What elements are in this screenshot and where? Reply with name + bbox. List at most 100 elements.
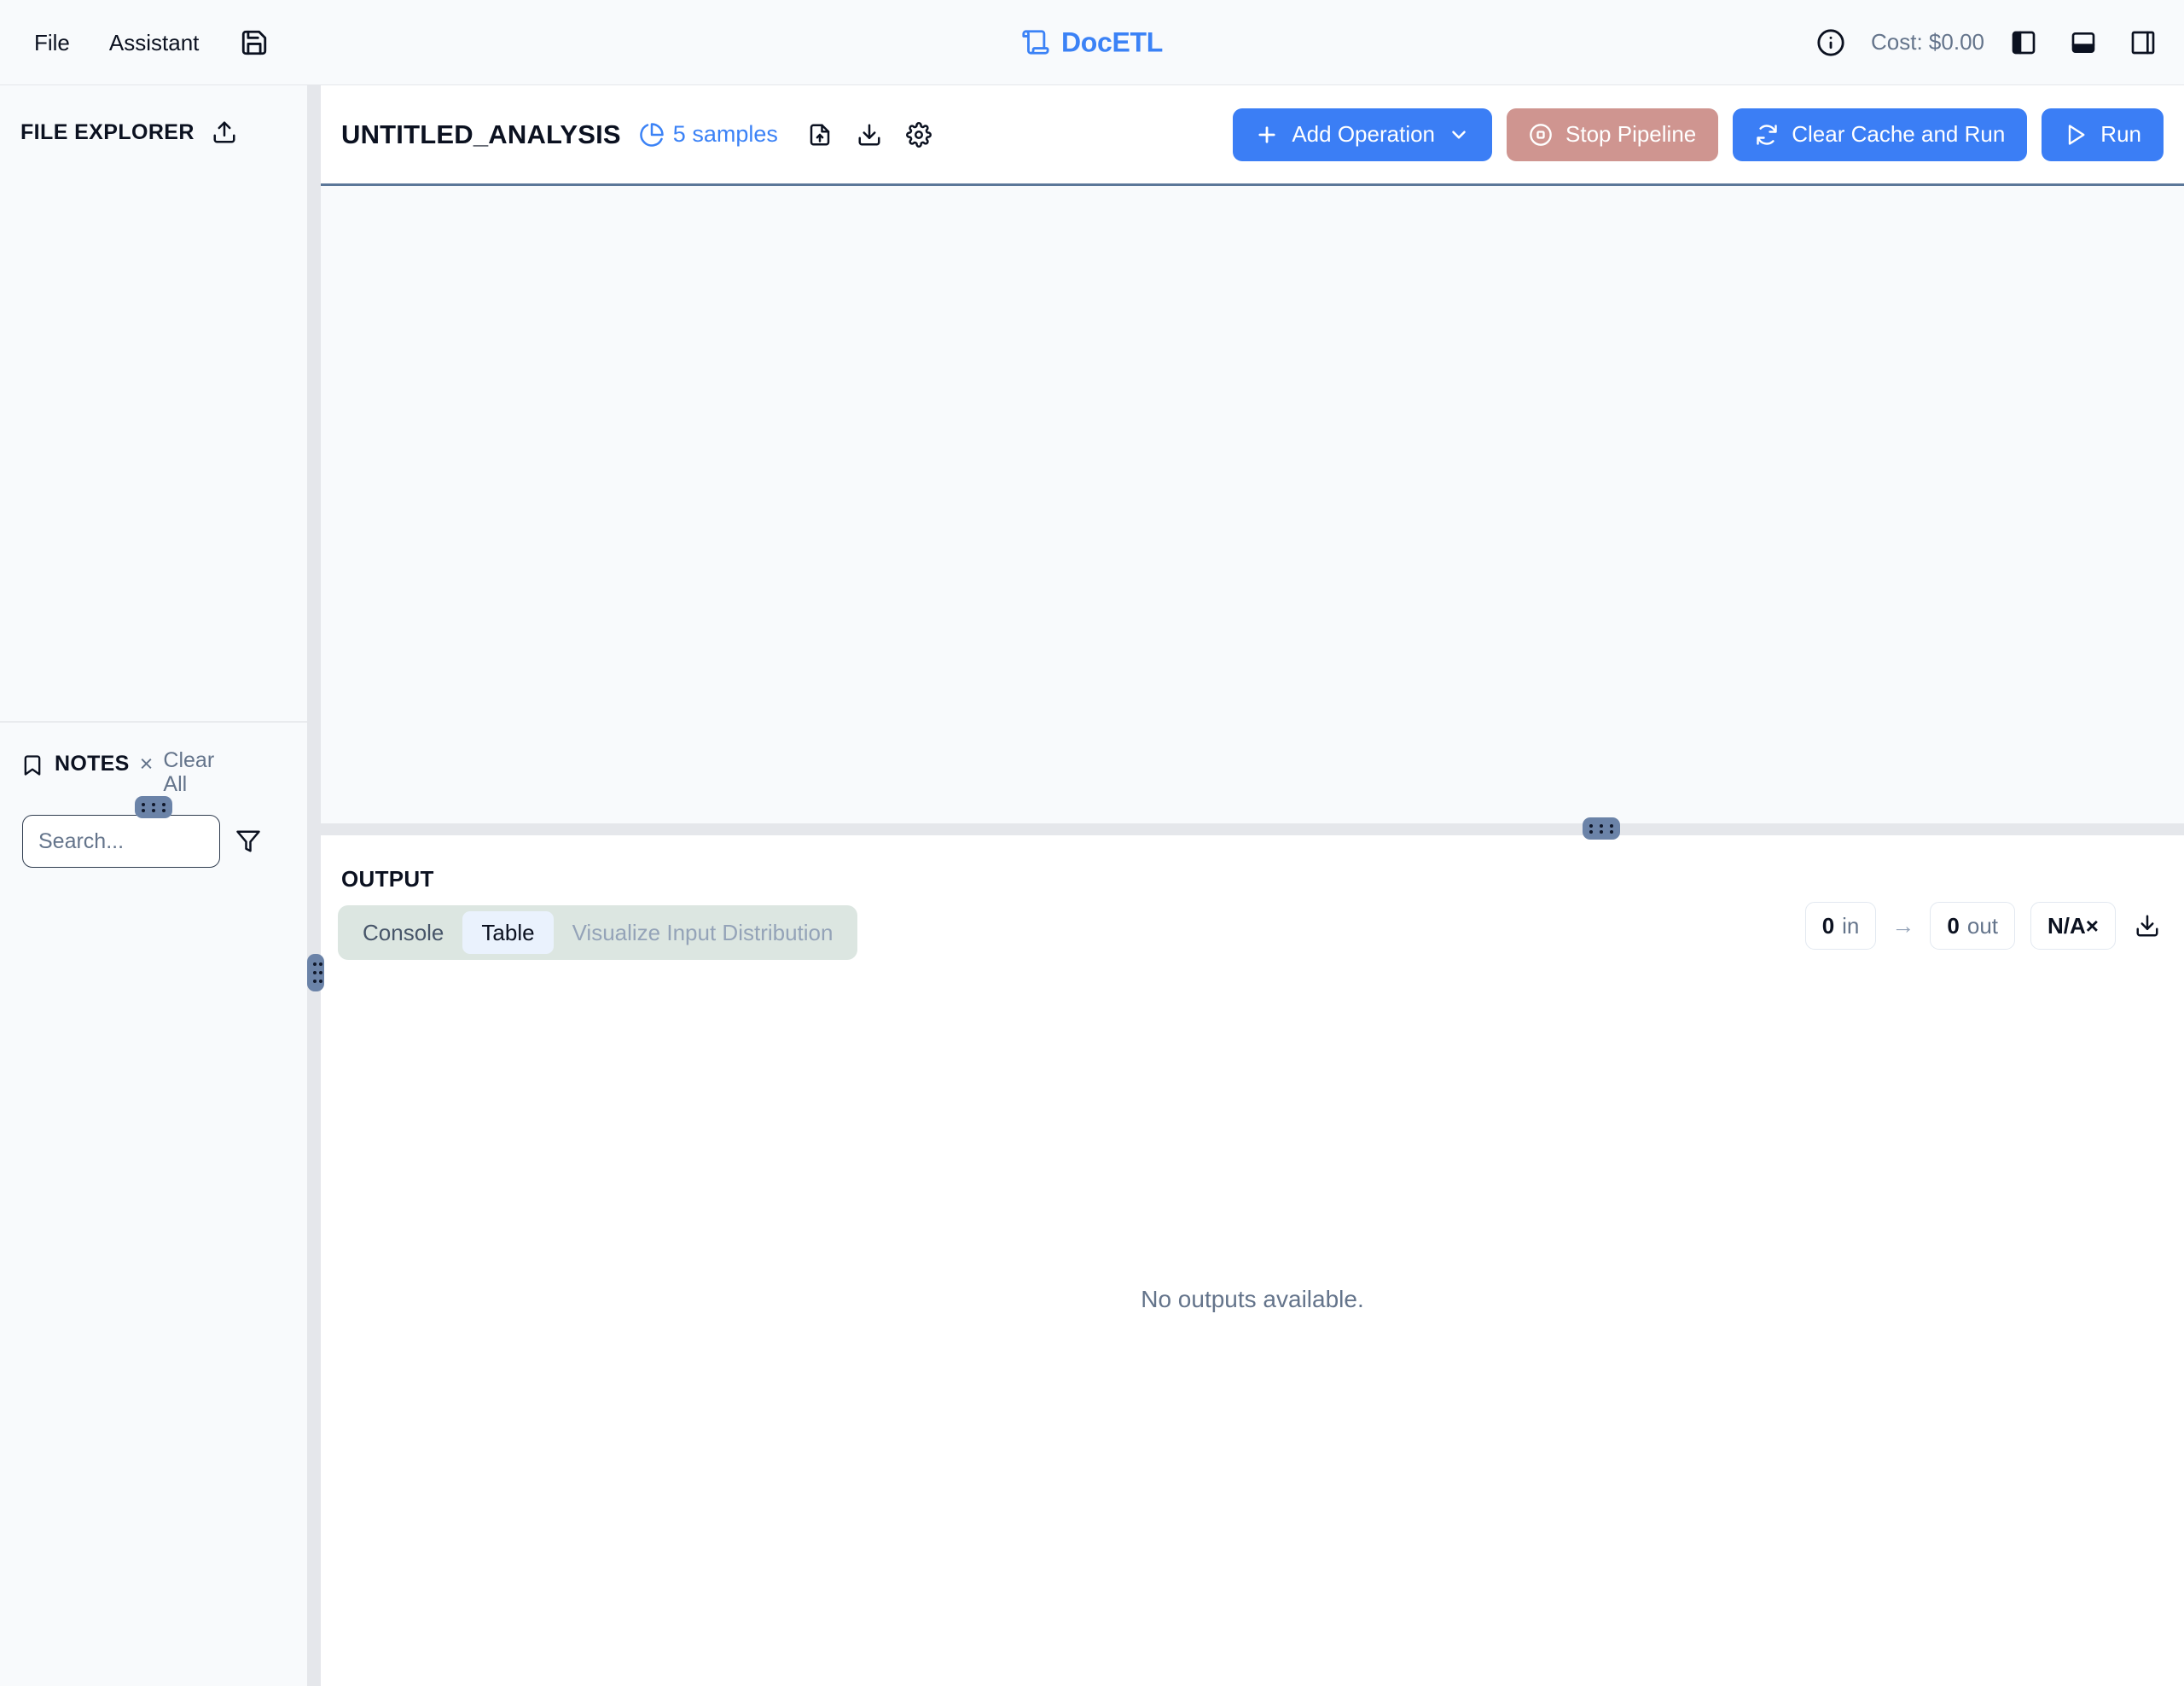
download-output-button[interactable]: [2131, 910, 2164, 942]
pie-chart-icon: [639, 122, 665, 148]
handle-dot: [319, 979, 322, 983]
ratio-value: N/A×: [2048, 912, 2099, 939]
info-icon: [1816, 28, 1845, 57]
app-brand[interactable]: DocETL: [1021, 26, 1163, 58]
tab-visualize-input-distribution[interactable]: Visualize Input Distribution: [554, 911, 852, 954]
toggle-right-panel-icon: [2129, 29, 2157, 56]
export-pipeline-button[interactable]: [853, 119, 886, 151]
notes-close-button[interactable]: ×: [140, 747, 154, 781]
info-button[interactable]: [1809, 21, 1852, 64]
scroll-icon: [1021, 28, 1050, 57]
stop-pipeline-label: Stop Pipeline: [1565, 121, 1697, 147]
handle-dot: [151, 802, 155, 806]
handle-dot: [1589, 829, 1594, 834]
main-content-column: UNTITLED_ANALYSIS 5 samples Add Operatio…: [321, 85, 2184, 1686]
upload-file-button[interactable]: [208, 116, 241, 148]
menu-assistant[interactable]: Assistant: [94, 23, 215, 62]
clear-all-notes-button[interactable]: Clear All: [163, 747, 241, 796]
output-panel: OUTPUT Console Table Visualize Input Dis…: [321, 835, 2184, 1686]
handle-dot: [1609, 829, 1613, 834]
notes-panel-resize-handle[interactable]: [135, 796, 172, 818]
output-count-badge: 0 out: [1930, 902, 2016, 950]
pipeline-actions: Add Operation Stop Pipeline Clear Cache …: [1233, 108, 2164, 161]
toggle-bottom-panel-button[interactable]: [2063, 22, 2104, 63]
handle-dot: [151, 808, 155, 812]
sample-size-label: 5 samples: [672, 121, 778, 147]
pipeline-header-icons: [804, 119, 935, 151]
download-icon: [857, 122, 882, 148]
stop-pipeline-button[interactable]: Stop Pipeline: [1507, 108, 1719, 161]
handle-dot: [1599, 829, 1603, 834]
handle-dot: [142, 808, 146, 812]
save-icon: [240, 28, 269, 57]
app-title: DocETL: [1060, 26, 1164, 57]
file-explorer-header: FILE EXPLORER: [0, 85, 307, 148]
input-count-badge: 0 in: [1804, 902, 1877, 950]
clear-cache-and-run-button[interactable]: Clear Cache and Run: [1733, 108, 2028, 161]
clear-cache-and-run-label: Clear Cache and Run: [1792, 121, 2006, 147]
output-resize-gutter[interactable]: [321, 823, 2184, 835]
toggle-right-panel-button[interactable]: [2123, 22, 2164, 63]
output-count-value: 0: [1947, 912, 1960, 939]
handle-dot: [313, 970, 317, 974]
notes-filter-button[interactable]: [232, 825, 264, 858]
output-title: OUTPUT: [341, 866, 434, 892]
output-tabs: Console Table Visualize Input Distributi…: [338, 905, 858, 960]
import-dataset-button[interactable]: [804, 119, 836, 151]
output-resize-handle[interactable]: [1583, 817, 1620, 840]
file-explorer-title: FILE EXPLORER: [20, 119, 195, 144]
flow-arrow-icon: →: [1891, 912, 1915, 939]
file-upload-icon: [807, 122, 833, 148]
handle-dot: [142, 802, 146, 806]
pipeline-settings-button[interactable]: [903, 119, 935, 151]
pipeline-title: UNTITLED_ANALYSIS: [341, 119, 621, 149]
main-layout: FILE EXPLORER NOTES × Clear All Search..…: [0, 85, 2184, 1686]
tab-console[interactable]: Console: [344, 911, 462, 954]
handle-dot: [161, 802, 166, 806]
empty-state-message: No outputs available.: [1141, 1286, 1364, 1312]
pipeline-header: UNTITLED_ANALYSIS 5 samples Add Operatio…: [321, 85, 2184, 186]
file-explorer-panel: FILE EXPLORER: [0, 85, 307, 721]
handle-dot: [1599, 823, 1603, 828]
sample-size-selector[interactable]: 5 samples: [639, 121, 778, 148]
download-icon: [2135, 913, 2160, 939]
handle-dot: [319, 970, 322, 974]
top-menu-bar: File Assistant DocETL Cost: $0.00: [0, 0, 2184, 85]
chevron-down-icon: [1448, 124, 1470, 146]
run-button[interactable]: Run: [2042, 108, 2164, 161]
handle-dot: [313, 962, 317, 967]
toggle-left-panel-button[interactable]: [2003, 22, 2044, 63]
handle-dot: [319, 962, 322, 967]
stop-circle-icon: [1529, 123, 1553, 147]
add-operation-button[interactable]: Add Operation: [1233, 108, 1493, 161]
save-button[interactable]: [233, 21, 276, 64]
toggle-bottom-panel-icon: [2070, 29, 2097, 56]
notes-header: NOTES × Clear All: [0, 723, 307, 796]
output-header: OUTPUT Console Table Visualize Input Dis…: [321, 835, 2184, 972]
pipeline-canvas[interactable]: [321, 186, 2184, 823]
filter-icon: [235, 828, 261, 854]
top-menu-right-group: Cost: $0.00: [1809, 21, 2164, 64]
input-count-value: 0: [1821, 912, 1835, 939]
handle-dot: [1609, 823, 1613, 828]
sidebar-resize-gutter[interactable]: [307, 85, 321, 1686]
notes-panel: NOTES × Clear All: [0, 723, 307, 1686]
notes-title: NOTES: [55, 752, 130, 776]
plus-icon: [1255, 123, 1279, 147]
upload-icon: [212, 119, 237, 145]
notes-search-input[interactable]: [22, 815, 220, 868]
gear-icon: [905, 121, 932, 148]
tab-table[interactable]: Table: [462, 911, 554, 954]
bookmark-icon: [20, 747, 44, 777]
run-label: Run: [2100, 121, 2141, 147]
add-operation-label: Add Operation: [1292, 121, 1436, 147]
sidebar-resize-handle[interactable]: [307, 954, 324, 991]
refresh-icon: [1755, 123, 1779, 147]
handle-dot: [1589, 823, 1594, 828]
top-menu-left-group: File Assistant: [0, 21, 276, 64]
play-icon: [2064, 123, 2088, 147]
toggle-left-panel-icon: [2010, 29, 2037, 56]
menu-file[interactable]: File: [19, 23, 85, 62]
input-count-unit: in: [1842, 912, 1860, 939]
output-count-unit: out: [1966, 912, 1999, 939]
